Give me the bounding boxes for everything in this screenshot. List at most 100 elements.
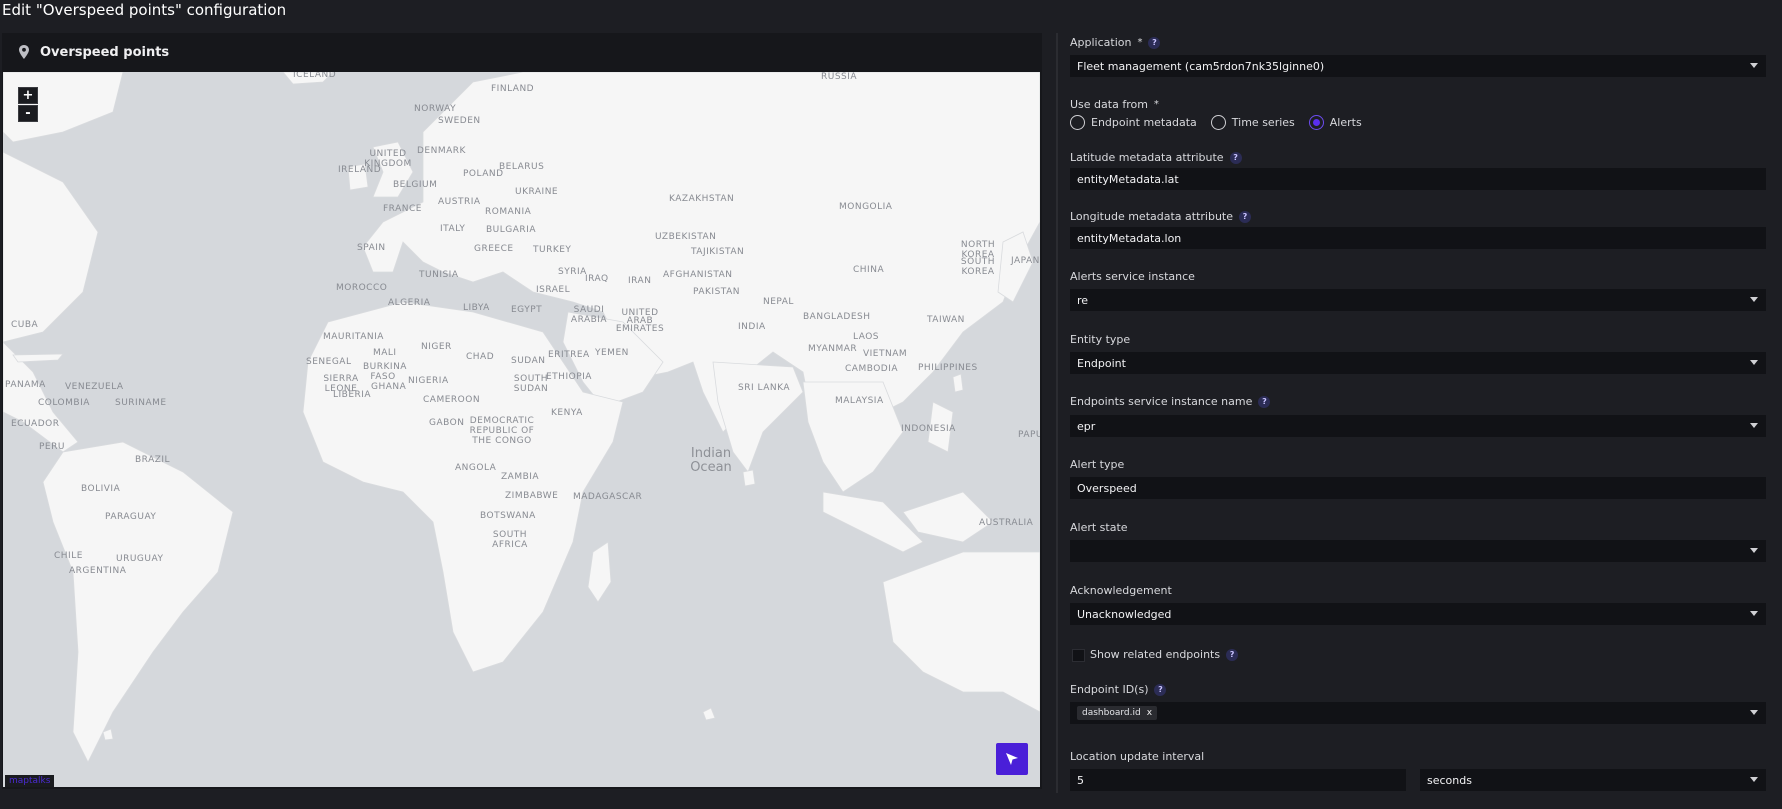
map-label: GABON <box>429 418 465 428</box>
locate-button[interactable] <box>996 743 1028 775</box>
alert-state-select[interactable] <box>1070 540 1766 562</box>
map-label: URUGUAY <box>116 554 164 564</box>
map-label: GHANA <box>371 382 407 392</box>
map-label: CHAD <box>466 352 495 362</box>
widget-title: Overspeed points <box>40 44 170 60</box>
entity-type-select[interactable]: Endpoint <box>1070 352 1766 374</box>
help-icon[interactable]: ? <box>1148 36 1161 49</box>
radio-button-selected[interactable] <box>1308 115 1324 130</box>
latitude-input[interactable]: entityMetadata.lat <box>1070 168 1766 190</box>
map-label: BELARUS <box>499 162 545 172</box>
help-icon[interactable]: ? <box>1258 395 1271 408</box>
map-label: KAZAKHSTAN <box>669 194 735 204</box>
map-label: MALI <box>373 348 397 358</box>
map-label: SURINAME <box>115 398 167 408</box>
map-label: UKRAINE <box>515 187 559 197</box>
map-label: NIGERIA <box>408 376 449 386</box>
map-label: ERITREA <box>548 350 590 360</box>
map-label: PARAGUAY <box>105 512 157 522</box>
map-label: BOTSWANA <box>480 511 536 521</box>
map-label: EGYPT <box>511 305 543 315</box>
map-label: PERU <box>39 442 65 452</box>
map-label: FINLAND <box>491 84 535 94</box>
help-icon[interactable]: ? <box>1154 683 1167 696</box>
longitude-label: Longitude metadata attribute? <box>1070 210 1251 223</box>
map-label: NEPAL <box>763 297 794 307</box>
map-label: ECUADOR <box>11 419 60 429</box>
show-related-label: Show related endpoints? <box>1090 648 1239 661</box>
help-icon[interactable]: ? <box>1239 210 1251 223</box>
endpoint-ids-multiselect[interactable]: dashboard.id x <box>1070 702 1766 724</box>
chevron-down-icon <box>1750 777 1758 782</box>
map-label: VIETNAM <box>863 349 908 359</box>
map-label: SUDAN <box>511 356 546 366</box>
panel-divider <box>1056 33 1058 793</box>
alert-type-input[interactable]: Overspeed <box>1070 477 1766 499</box>
application-select[interactable]: Fleet management (cam5rdon7nk35lginne0) <box>1070 55 1766 77</box>
map-label: POLAND <box>463 169 504 179</box>
map-attribution[interactable]: maptalks <box>5 775 55 787</box>
ocean-label: Indian Ocean <box>690 446 732 475</box>
map-label: GREECE <box>474 244 514 254</box>
radio-endpoint-metadata[interactable]: Endpoint metadata <box>1070 115 1197 130</box>
map-label: CHILE <box>54 551 83 561</box>
chevron-down-icon <box>1750 297 1758 302</box>
map-label: PHILIPPINES <box>918 363 978 373</box>
interval-unit-select[interactable]: seconds <box>1420 769 1766 791</box>
map-label: ROMANIA <box>485 207 532 217</box>
map-label: YEMEN <box>595 348 629 358</box>
application-label: Application * ? <box>1070 36 1161 49</box>
map-label: CAMBODIA <box>845 364 899 374</box>
map-label: KENYA <box>551 408 583 418</box>
required-marker: * <box>1137 37 1143 48</box>
location-interval-input[interactable]: 5 <box>1070 769 1406 791</box>
map-label: ICELAND <box>293 72 337 80</box>
radio-time-series[interactable]: Time series <box>1210 115 1295 130</box>
alert-state-label: Alert state <box>1070 521 1128 534</box>
map-label: TUNISIA <box>419 270 459 280</box>
radio-alerts[interactable]: Alerts <box>1308 115 1362 130</box>
world-map[interactable]: ICELAND FINLAND RUSSIA NORWAY SWEDEN DEN… <box>3 72 1040 787</box>
zoom-out-button[interactable]: - <box>18 105 38 122</box>
endpoints-service-select[interactable]: epr <box>1070 415 1766 437</box>
help-icon[interactable]: ? <box>1226 648 1239 661</box>
map-label: ITALY <box>440 224 466 234</box>
map-label: BURKINA FASO <box>363 362 407 382</box>
map-label: DEMOCRATIC REPUBLIC OF THE CONGO <box>469 416 535 446</box>
longitude-input[interactable]: entityMetadata.lon <box>1070 227 1766 249</box>
map-label: AUSTRALIA <box>979 518 1034 528</box>
entity-type-label: Entity type <box>1070 333 1131 346</box>
radio-button[interactable] <box>1210 115 1226 130</box>
map-label: ZIMBABWE <box>505 491 559 501</box>
map-label: LAOS <box>853 332 880 342</box>
chevron-down-icon <box>1750 423 1758 428</box>
location-interval-label: Location update interval <box>1070 750 1205 763</box>
map-label: CHINA <box>853 265 885 275</box>
map-label: COLOMBIA <box>38 398 90 408</box>
map-label: NORWAY <box>414 104 457 114</box>
acknowledgement-select[interactable]: Unacknowledged <box>1070 603 1766 625</box>
help-icon[interactable]: ? <box>1229 151 1242 164</box>
show-related-checkbox[interactable] <box>1072 649 1085 662</box>
remove-chip-icon[interactable]: x <box>1147 708 1152 718</box>
endpoint-id-chip: dashboard.id x <box>1077 706 1158 720</box>
map-label: ISRAEL <box>536 285 571 295</box>
map-label: FRANCE <box>383 204 422 214</box>
alerts-service-select[interactable]: re <box>1070 289 1766 311</box>
page-title: Edit "Overspeed points" configuration <box>2 1 287 19</box>
map-label: NIGER <box>421 342 452 352</box>
map-label: BOLIVIA <box>81 484 121 494</box>
map-label: MAURITANIA <box>323 332 384 342</box>
required-marker: * <box>1153 99 1159 110</box>
map-label: INDONESIA <box>901 424 956 434</box>
map-widget: Overspeed points ICELAND FINLAND RUSSIA … <box>2 33 1042 789</box>
endpoint-ids-label: Endpoint ID(s)? <box>1070 683 1167 696</box>
radio-button[interactable] <box>1070 115 1085 130</box>
map-label: SOUTH SUDAN <box>513 374 549 394</box>
zoom-in-button[interactable]: + <box>18 87 38 104</box>
map-label: SOUTH KOREA <box>960 257 996 277</box>
map-label: DENMARK <box>417 146 466 156</box>
map-label: LIBERIA <box>333 390 372 400</box>
map-label: AUSTRIA <box>438 197 481 207</box>
map-label: TAIWAN <box>927 315 965 325</box>
